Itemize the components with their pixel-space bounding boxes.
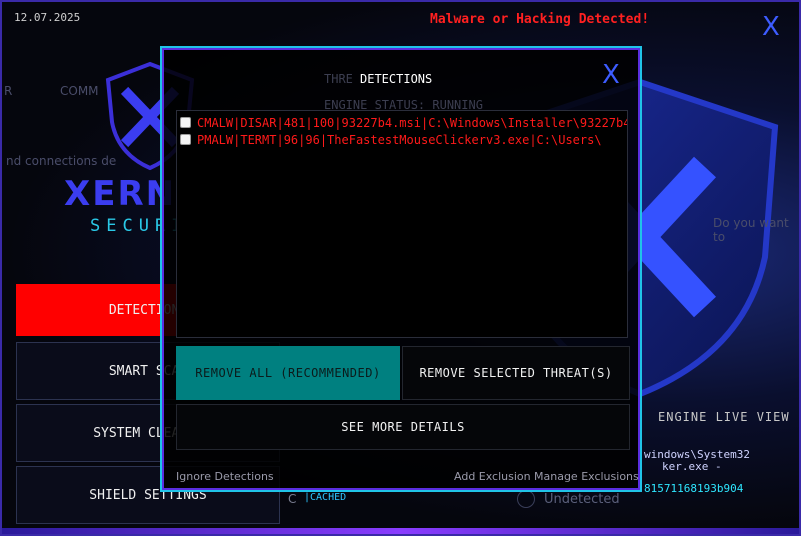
bottom-glow-bar: [2, 528, 799, 534]
close-icon[interactable]: X: [762, 14, 780, 40]
bg-fragment: C: [288, 492, 297, 506]
modal-title: DETECTIONS: [360, 72, 433, 86]
log-line: ker.exe -: [662, 460, 722, 473]
undetected-label: Undetected: [544, 492, 620, 507]
detection-row[interactable]: CMALW|DISAR|481|100|93227b4.msi|C:\Windo…: [177, 115, 627, 130]
detection-checkbox[interactable]: [180, 134, 191, 145]
modal-close-icon[interactable]: X: [602, 62, 620, 88]
remove-selected-button[interactable]: REMOVE SELECTED THREAT(S): [402, 346, 630, 400]
bg-prompt-text: Do you want to: [713, 216, 789, 244]
manage-exclusions-link[interactable]: Manage Exclusions: [534, 470, 639, 483]
add-exclusion-link[interactable]: Add Exclusion: [454, 470, 531, 483]
detections-list[interactable]: CMALW|DISAR|481|100|93227b4.msi|C:\Windo…: [176, 110, 628, 338]
detection-text: CMALW|DISAR|481|100|93227b4.msi|C:\Windo…: [197, 115, 628, 130]
engine-live-view-label: ENGINE LIVE VIEW: [658, 410, 790, 424]
check-circle-icon: [517, 490, 535, 508]
ghost-threats: THRE: [324, 72, 353, 86]
detection-checkbox[interactable]: [180, 117, 191, 128]
bg-tab-fragment: R: [4, 84, 13, 98]
see-more-details-button[interactable]: SEE MORE DETAILS: [176, 404, 630, 450]
detection-row[interactable]: PMALW|TERMT|96|96|TheFastestMouseClicker…: [177, 132, 627, 147]
date-label: 12.07.2025: [14, 11, 81, 24]
detections-modal: THRE DETECTIONS X ENGINE STATUS: RUNNING…: [160, 46, 642, 492]
bg-connections-text: nd connections de: [6, 154, 117, 168]
cached-label: |CACHED: [304, 492, 347, 503]
app-window: 12.07.2025 Malware or Hacking Detected! …: [0, 0, 801, 536]
log-line: 81571168193b904: [644, 482, 744, 495]
detection-text: PMALW|TERMT|96|96|TheFastestMouseClicker…: [197, 132, 602, 147]
malware-alert: Malware or Hacking Detected!: [430, 12, 650, 27]
bg-commands-tab: COMM: [60, 84, 99, 98]
ignore-detections-link[interactable]: Ignore Detections: [176, 470, 274, 483]
remove-all-button[interactable]: REMOVE ALL (RECOMMENDED): [176, 346, 400, 400]
